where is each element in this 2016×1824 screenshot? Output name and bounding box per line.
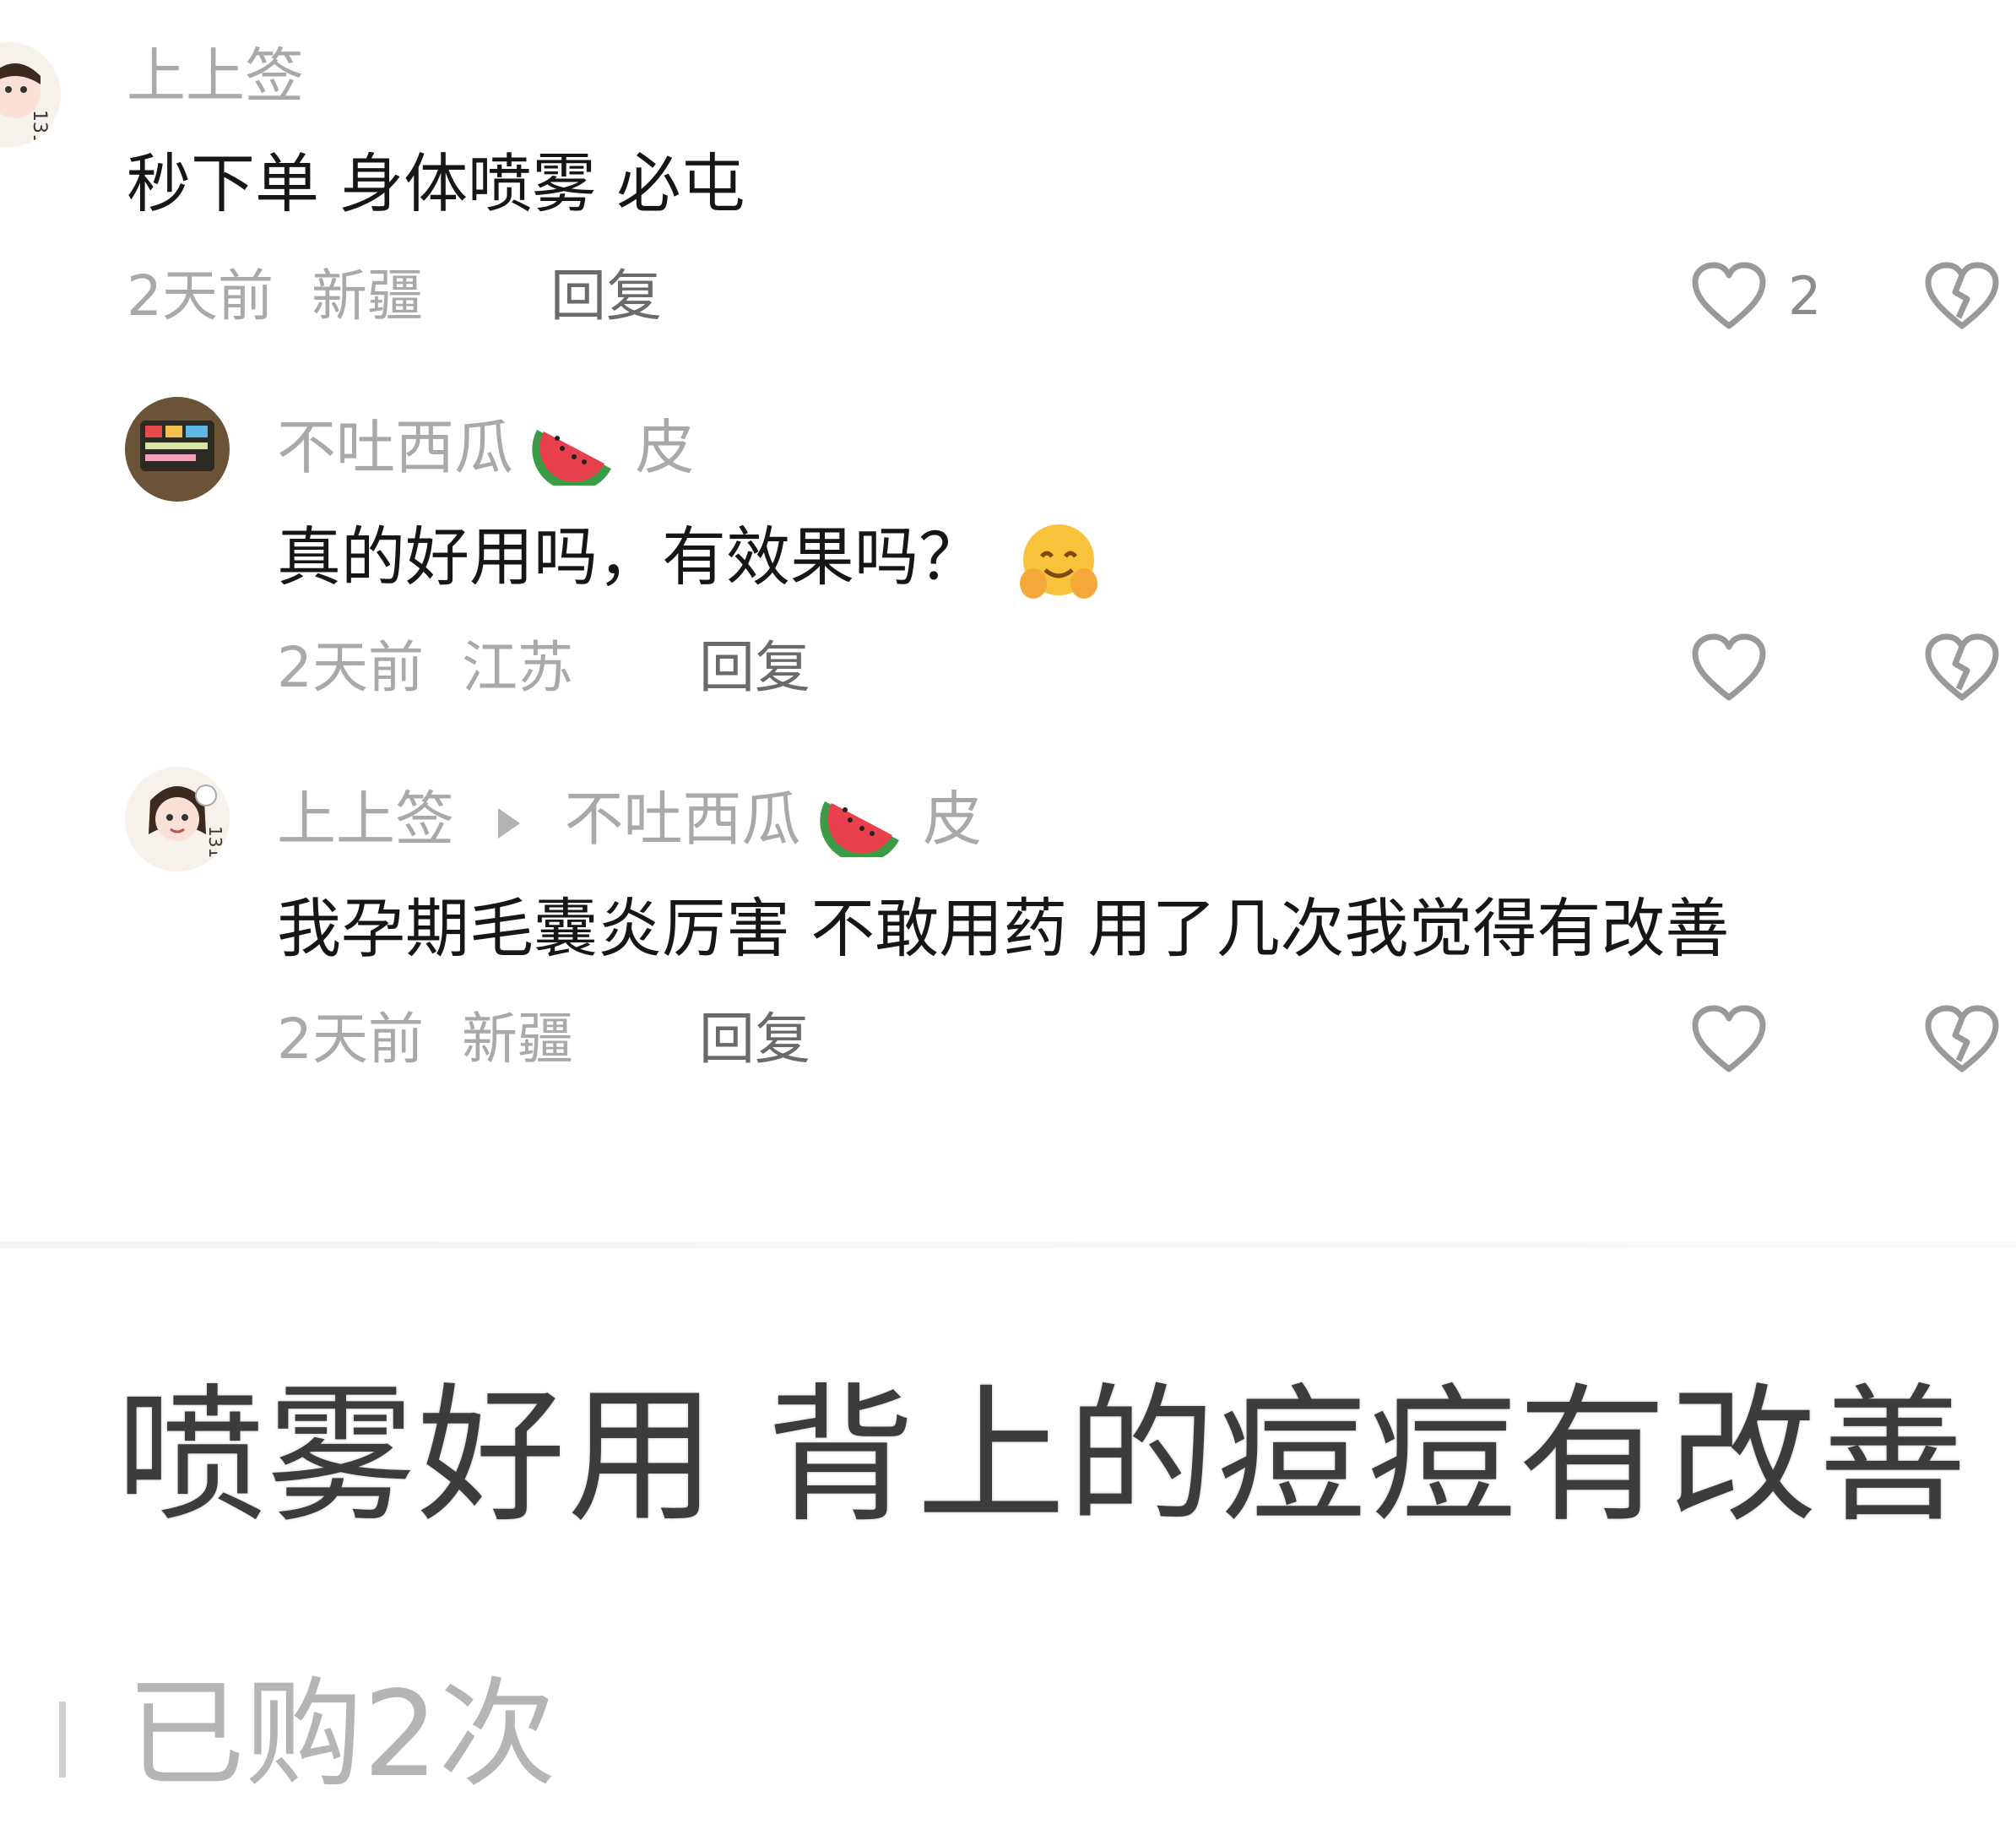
reply-to-name-suffix: 皮 (923, 784, 983, 854)
comment-meta: 2天前 江苏 (277, 630, 573, 706)
watermelon-emoji-icon (820, 801, 899, 857)
comment-text: 真的好用吗，有效果吗？ (277, 515, 1103, 604)
comment-time: 2天前 (277, 1007, 424, 1072)
avatar[interactable] (125, 397, 230, 502)
author-name: 上上签 (277, 784, 454, 854)
comment-location: 江苏 (461, 635, 573, 700)
avatar[interactable]: 1314 (0, 42, 61, 147)
comment-text: 我孕期毛囊炎厉害 不敢用药 用了几次我觉得有改善 (277, 891, 1730, 966)
heart-icon (1692, 633, 1766, 701)
reply-to-name[interactable]: 不吐西瓜 (565, 784, 801, 854)
like-button[interactable] (1688, 630, 1769, 706)
like-count: 2 (1788, 265, 1822, 327)
purchase-count-label: 已购2次 (127, 1666, 557, 1804)
comment-location: 新疆 (461, 1007, 573, 1072)
comment-time: 2天前 (277, 635, 424, 700)
avatar[interactable]: 1314 (125, 767, 230, 871)
divider (59, 1702, 66, 1778)
comment-author[interactable]: 上上签 (127, 38, 304, 114)
review-crop: 喷雾好用 背上的痘痘有改善 已购2次 (0, 1233, 2016, 1824)
comment-text-content: 真的好用吗，有效果吗？ (277, 519, 983, 594)
reply-button[interactable]: 回复 (699, 1002, 810, 1078)
reply-arrow-icon (498, 807, 521, 839)
divider (0, 1241, 2016, 1248)
comment-meta: 2天前 新疆 (127, 258, 423, 334)
author-name: 不吐西瓜 (277, 413, 513, 482)
broken-heart-icon (1925, 262, 1999, 329)
comment-text: 秒下单 身体喷雾 必屯 (127, 146, 745, 221)
reply-button[interactable]: 回复 (699, 630, 810, 706)
comment-meta: 2天前 新疆 (277, 1002, 573, 1078)
comment-author[interactable]: 不吐西瓜 皮 (277, 410, 695, 486)
comment-author[interactable]: 上上签 不吐西瓜 皮 (277, 781, 982, 857)
comment-time: 2天前 (127, 263, 274, 328)
smiling-face-emoji-icon (1020, 524, 1098, 599)
comment-location: 新疆 (311, 263, 423, 328)
svg-text:1314: 1314 (29, 110, 50, 147)
dislike-button[interactable] (1921, 1002, 2002, 1078)
heart-icon (1692, 1005, 1766, 1072)
broken-heart-icon (1925, 633, 1999, 701)
watermelon-emoji-icon (532, 429, 612, 486)
like-button[interactable] (1688, 1002, 1769, 1078)
dislike-button[interactable] (1921, 258, 2002, 334)
broken-heart-icon (1925, 1005, 1999, 1072)
comment-thread: 1314 上上签 秒下单 身体喷雾 必屯 2天前 新疆 回复 2 不吐西瓜 皮 … (0, 0, 2016, 1132)
reply-button[interactable]: 回复 (550, 258, 662, 334)
review-text: 喷雾好用 背上的痘痘有改善 (117, 1370, 1969, 1543)
heart-icon (1692, 262, 1766, 329)
svg-text:1314: 1314 (205, 826, 225, 869)
author-name-suffix: 皮 (635, 413, 695, 482)
like-button[interactable] (1688, 258, 1769, 334)
dislike-button[interactable] (1921, 630, 2002, 706)
